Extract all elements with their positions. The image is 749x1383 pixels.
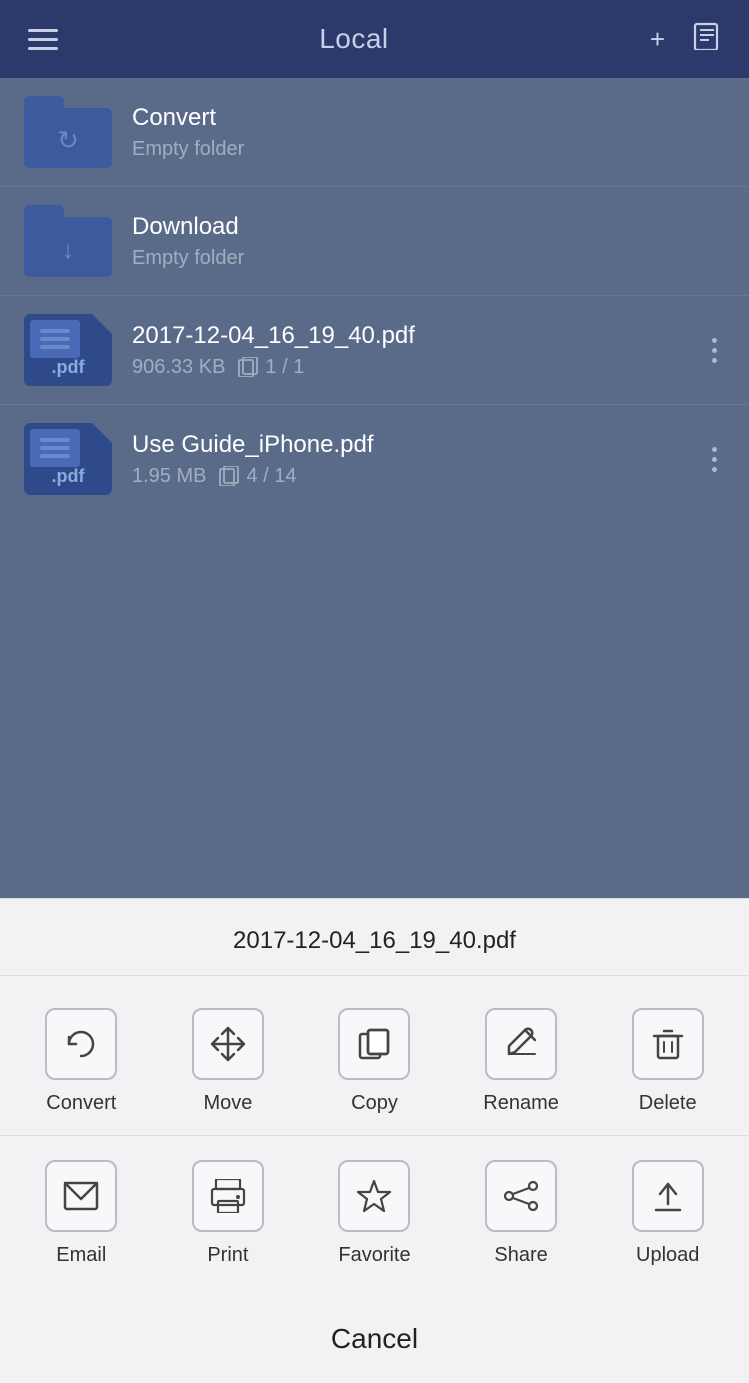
share-label: Share	[494, 1244, 547, 1267]
file-pages: 1 / 1	[237, 356, 304, 379]
move-label: Move	[203, 1092, 252, 1115]
file-info: Use Guide_iPhone.pdf 1.95 MB 4 / 14	[132, 431, 704, 488]
convert-icon	[45, 1008, 117, 1080]
add-icon[interactable]: +	[650, 24, 665, 55]
more-options-button[interactable]	[704, 439, 725, 480]
file-meta: Empty folder	[132, 138, 725, 161]
list-item[interactable]: .pdf Use Guide_iPhone.pdf 1.95 MB 4 / 14	[0, 405, 749, 513]
pdf-icon: .pdf	[24, 314, 112, 386]
list-item[interactable]: ↓ Download Empty folder	[0, 187, 749, 296]
header: Local +	[0, 0, 749, 78]
bottom-sheet-title: 2017-12-04_16_19_40.pdf	[0, 899, 749, 976]
print-label: Print	[207, 1244, 248, 1267]
print-button[interactable]: Print	[155, 1144, 302, 1279]
favorite-label: Favorite	[338, 1244, 410, 1267]
email-button[interactable]: Email	[8, 1144, 155, 1279]
file-name: Use Guide_iPhone.pdf	[132, 431, 704, 459]
file-size: 906.33 KB	[132, 356, 225, 379]
delete-button[interactable]: Delete	[594, 992, 741, 1127]
copy-label: Copy	[351, 1092, 398, 1115]
action-row-2: Email Print Favorite	[0, 1136, 749, 1295]
file-list: ↻ Convert Empty folder ↓ Download Empty …	[0, 78, 749, 898]
file-info: Convert Empty folder	[132, 104, 725, 161]
rename-button[interactable]: Rename	[448, 992, 595, 1127]
copy-icon	[338, 1008, 410, 1080]
delete-icon	[632, 1008, 704, 1080]
edit-icon[interactable]	[693, 22, 721, 57]
menu-icon[interactable]	[28, 29, 58, 50]
folder-icon: ↓	[24, 205, 112, 277]
delete-label: Delete	[639, 1092, 697, 1115]
header-title: Local	[319, 23, 388, 55]
file-name: Download	[132, 213, 725, 241]
action-row-1: Convert Move	[0, 976, 749, 1136]
folder-icon: ↻	[24, 96, 112, 168]
copy-button[interactable]: Copy	[301, 992, 448, 1127]
file-size: 1.95 MB	[132, 465, 206, 488]
rename-icon	[485, 1008, 557, 1080]
move-icon	[192, 1008, 264, 1080]
file-info: Download Empty folder	[132, 213, 725, 270]
favorite-icon	[338, 1160, 410, 1232]
convert-folder-icon: ↻	[57, 125, 79, 156]
upload-button[interactable]: Upload	[594, 1144, 741, 1279]
pdf-label: .pdf	[52, 466, 85, 487]
download-folder-icon: ↓	[62, 234, 75, 265]
header-actions: +	[650, 22, 721, 57]
file-name: Convert	[132, 104, 725, 132]
rename-label: Rename	[483, 1092, 559, 1115]
file-pages: 4 / 14	[218, 465, 296, 488]
cancel-button[interactable]: Cancel	[0, 1295, 749, 1383]
list-item[interactable]: ↻ Convert Empty folder	[0, 78, 749, 187]
pdf-thumbnail	[30, 429, 80, 467]
file-meta: 1.95 MB 4 / 14	[132, 465, 704, 488]
file-meta: Empty folder	[132, 247, 725, 270]
print-icon	[192, 1160, 264, 1232]
pages-icon	[218, 466, 240, 486]
pdf-icon: .pdf	[24, 423, 112, 495]
email-label: Email	[56, 1244, 106, 1267]
more-options-button[interactable]	[704, 330, 725, 371]
upload-label: Upload	[636, 1244, 699, 1267]
share-icon	[485, 1160, 557, 1232]
file-info: 2017-12-04_16_19_40.pdf 906.33 KB 1 / 1	[132, 322, 704, 379]
move-button[interactable]: Move	[155, 992, 302, 1127]
email-icon	[45, 1160, 117, 1232]
file-name: 2017-12-04_16_19_40.pdf	[132, 322, 704, 350]
upload-icon	[632, 1160, 704, 1232]
convert-label: Convert	[46, 1092, 116, 1115]
pdf-thumbnail	[30, 320, 80, 358]
pages-icon	[237, 357, 259, 377]
list-item[interactable]: .pdf 2017-12-04_16_19_40.pdf 906.33 KB 1…	[0, 296, 749, 405]
bottom-sheet: 2017-12-04_16_19_40.pdf Convert	[0, 898, 749, 1383]
convert-button[interactable]: Convert	[8, 992, 155, 1127]
pdf-label: .pdf	[52, 357, 85, 378]
file-meta: 906.33 KB 1 / 1	[132, 356, 704, 379]
favorite-button[interactable]: Favorite	[301, 1144, 448, 1279]
share-button[interactable]: Share	[448, 1144, 595, 1279]
